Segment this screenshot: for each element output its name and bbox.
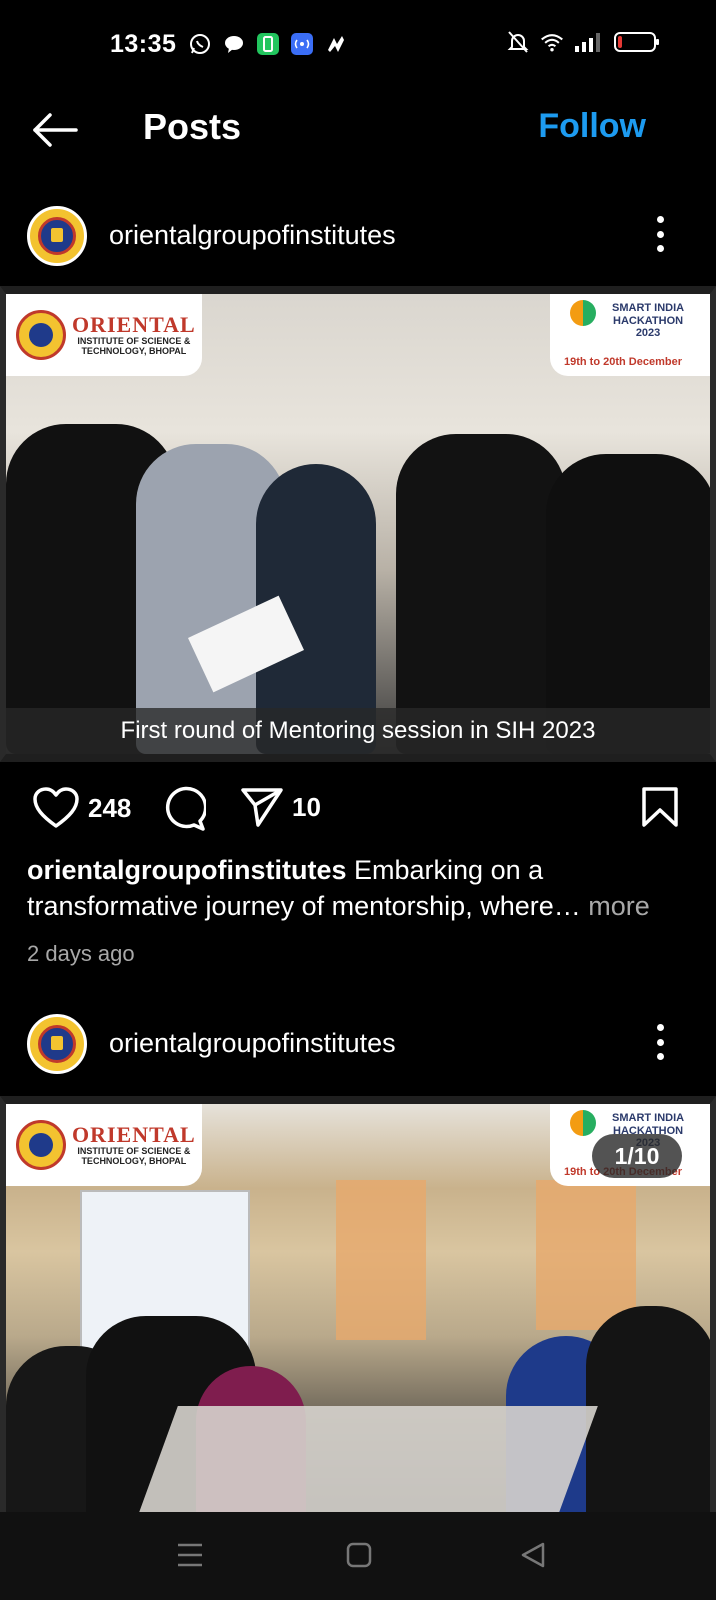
oriental-emblem-icon	[16, 310, 66, 360]
app-green-icon	[256, 32, 280, 56]
app-blue-icon	[290, 32, 314, 56]
avatar[interactable]	[27, 1014, 87, 1074]
photo-people	[6, 404, 710, 754]
back-triangle-icon	[521, 1542, 545, 1568]
sih-bulb-icon	[570, 300, 596, 326]
app-header: Posts Follow	[0, 92, 716, 172]
post-header: orientalgroupofinstitutes	[0, 1006, 716, 1086]
post-caption: orientalgroupofinstitutes Embarking on a…	[27, 852, 677, 924]
avatar[interactable]	[27, 206, 87, 266]
photo-people	[6, 1205, 710, 1526]
post-timestamp: 2 days ago	[27, 941, 135, 966]
more-options-button[interactable]	[650, 1020, 670, 1064]
post-username[interactable]: orientalgroupofinstitutes	[109, 1028, 396, 1059]
home-button[interactable]	[344, 1540, 374, 1570]
more-dots-icon	[656, 1024, 664, 1031]
more-options-button[interactable]	[650, 212, 670, 256]
oriental-emblem-icon	[16, 1120, 66, 1170]
send-icon	[241, 788, 283, 827]
page-title: Posts	[143, 106, 242, 147]
post-header: orientalgroupofinstitutes	[0, 198, 716, 278]
system-icons	[506, 30, 660, 54]
save-button[interactable]	[641, 786, 679, 828]
signal-icon	[574, 30, 604, 54]
bookmark-icon	[642, 787, 678, 827]
more-dots-icon	[656, 216, 664, 223]
whatsapp-icon	[188, 32, 212, 56]
app-swirl-icon	[324, 32, 348, 56]
post-photo: ORIENTAL INSTITUTE OF SCIENCE & TECHNOLO…	[6, 294, 710, 754]
post-username[interactable]: orientalgroupofinstitutes	[109, 220, 396, 251]
heart-icon	[33, 787, 79, 828]
like-count: 248	[88, 792, 132, 823]
back-arrow-icon	[33, 113, 78, 147]
follow-button[interactable]: Follow	[538, 107, 646, 146]
status-time: 13:35	[110, 30, 177, 58]
oriental-logo: ORIENTAL INSTITUTE OF SCIENCE & TECHNOLO…	[6, 1104, 202, 1186]
carousel-counter: 1/10	[592, 1134, 682, 1178]
menu-button[interactable]	[175, 1540, 205, 1570]
post-actions: 248 10	[0, 782, 716, 842]
caption-username[interactable]: orientalgroupofinstitutes	[27, 855, 347, 885]
back-nav-button[interactable]	[518, 1540, 548, 1570]
home-square-icon	[346, 1542, 372, 1568]
post-image[interactable]: ORIENTAL INSTITUTE OF SCIENCE & TECHNOLO…	[0, 1096, 716, 1526]
oriental-logo: ORIENTAL INSTITUTE OF SCIENCE & TECHNOLO…	[6, 294, 202, 376]
post-image[interactable]: ORIENTAL INSTITUTE OF SCIENCE & TECHNOLO…	[0, 286, 716, 762]
share-button[interactable]: 10	[240, 786, 321, 828]
mute-icon	[506, 30, 530, 54]
comment-button[interactable]	[160, 786, 206, 832]
sih-bulb-icon	[570, 1110, 596, 1136]
wifi-icon	[540, 30, 564, 54]
status-bar: 13:35	[0, 0, 716, 92]
comment-icon	[165, 786, 206, 831]
sih-logo: SMART INDIA HACKATHON 2023 19th to 20th …	[550, 294, 710, 376]
caption-more-link[interactable]: more	[588, 891, 650, 921]
like-button[interactable]: 248	[32, 786, 131, 830]
system-nav-bar	[0, 1512, 716, 1600]
back-button[interactable]	[30, 108, 82, 152]
notification-icons	[188, 32, 348, 56]
menu-icon	[178, 1543, 202, 1567]
battery-icon	[614, 30, 660, 54]
share-count: 10	[292, 791, 321, 822]
message-icon	[222, 32, 246, 56]
image-caption-banner: First round of Mentoring session in SIH …	[6, 708, 710, 754]
post-photo: ORIENTAL INSTITUTE OF SCIENCE & TECHNOLO…	[6, 1104, 710, 1526]
